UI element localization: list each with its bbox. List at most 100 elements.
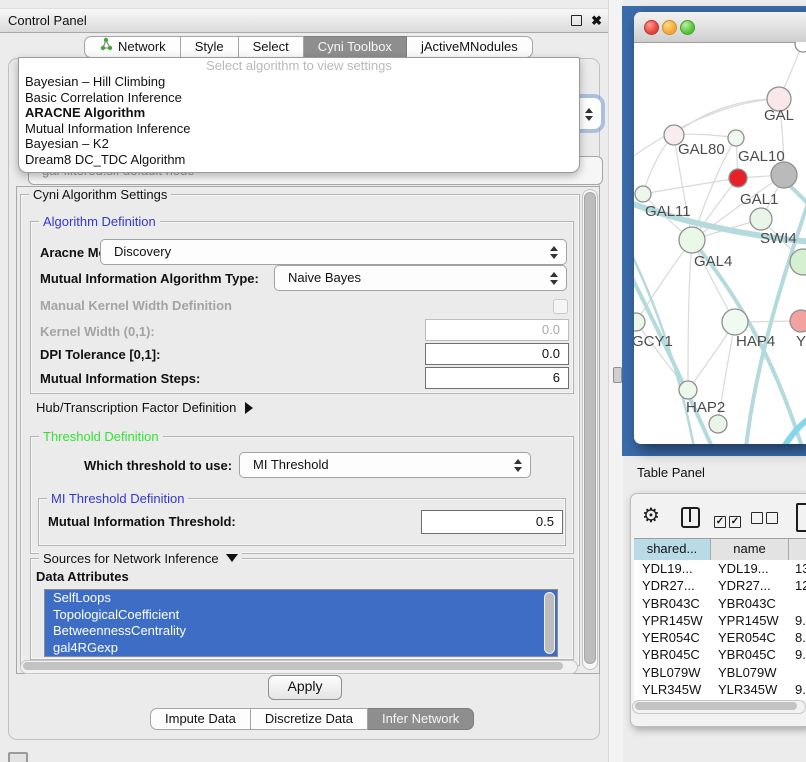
data-attribute-item[interactable]: TopologicalCoefficient	[45, 607, 557, 624]
column-header-name[interactable]: name	[711, 539, 789, 560]
table-cell: YPR145W	[710, 612, 787, 629]
dpi-tolerance-field[interactable]: 0.0	[425, 343, 569, 365]
control-panel-titlebar: Control Panel ✖	[0, 8, 608, 33]
tab-jactivemnodules[interactable]: jActiveMNodules	[407, 36, 533, 58]
network-tab-icon	[99, 37, 113, 57]
table-horizontal-scrollbar[interactable]	[632, 700, 806, 714]
combo-arrows-icon	[514, 459, 522, 472]
mi-threshold-label: Mutual Information Threshold:	[48, 514, 236, 529]
network-view-container: GALGAL80GAL10GAL1GAL11SWI4GAL4GCY1HAP4YH…	[622, 6, 806, 456]
network-node-label: Y	[796, 333, 806, 350]
table-body: YDL19...YDL19...13YDR27...YDR27...12YBR0…	[634, 560, 806, 700]
splitter-grip-icon[interactable]	[613, 367, 622, 383]
control-panel-title: Control Panel	[8, 9, 87, 32]
tab-impute-data[interactable]: Impute Data	[150, 708, 251, 730]
network-node[interactable]	[728, 130, 744, 146]
network-node[interactable]	[635, 186, 651, 202]
algorithm-option[interactable]: Bayesian – K2	[19, 136, 579, 152]
network-node[interactable]	[679, 227, 705, 253]
settings-vertical-scrollbar[interactable]	[582, 189, 598, 670]
network-node[interactable]	[634, 313, 645, 331]
columns-icon[interactable]	[681, 507, 700, 528]
mi-steps-field[interactable]: 6	[425, 367, 569, 389]
float-panel-icon[interactable]	[571, 15, 582, 26]
dock-corner-icon[interactable]	[8, 752, 28, 762]
network-nodes-layer[interactable]: GALGAL80GAL10GAL1GAL11SWI4GAL4GCY1HAP4YH…	[634, 42, 806, 433]
list-scrollbar[interactable]	[544, 592, 555, 654]
network-node[interactable]	[771, 162, 797, 188]
table-row[interactable]: YBR043CYBR043C	[634, 595, 806, 612]
mi-type-combobox[interactable]: Naive Bayes	[274, 265, 567, 291]
kernel-width-label: Kernel Width (0,1):	[40, 324, 155, 339]
network-node[interactable]	[795, 42, 806, 52]
unselect-all-checkboxes-icon[interactable]	[751, 512, 781, 527]
table-cell: YBL079W	[634, 664, 710, 681]
table-function-icon[interactable]	[796, 503, 806, 532]
settings-horizontal-scrollbar[interactable]	[20, 660, 578, 674]
network-node[interactable]	[722, 309, 748, 335]
minimize-window-icon[interactable]	[662, 20, 677, 35]
collapsed-arrow-icon[interactable]	[245, 402, 253, 414]
combo-arrows-icon	[550, 246, 558, 259]
network-node-label: SWI4	[760, 230, 797, 247]
select-all-checkboxes-icon[interactable]: ✓✓	[714, 512, 744, 528]
table-row[interactable]: YPR145WYPR145W9.	[634, 612, 806, 629]
algorithm-option[interactable]: Bayesian – Hill Climbing	[19, 74, 579, 90]
table-cell: YDL19...	[710, 560, 787, 577]
tab-discretize-data[interactable]: Discretize Data	[251, 708, 368, 730]
data-attribute-item[interactable]: gal4RGexp	[45, 640, 557, 657]
network-node[interactable]	[790, 310, 806, 332]
table-cell	[787, 664, 806, 681]
tab-select[interactable]: Select	[239, 36, 304, 58]
table-row[interactable]: YER054CYER054C8.	[634, 629, 806, 646]
table-row[interactable]: YDL19...YDL19...13	[634, 560, 806, 577]
network-node-label: GAL80	[678, 141, 725, 158]
table-cell: YDL19...	[634, 560, 710, 577]
algorithm-option[interactable]: Mutual Information Inference	[19, 121, 579, 137]
tab-cyni-toolbox[interactable]: Cyni Toolbox	[304, 36, 407, 58]
tab-network[interactable]: Network	[84, 36, 181, 58]
expanded-arrow-icon[interactable]	[226, 554, 238, 562]
zoom-window-icon[interactable]	[680, 20, 695, 35]
network-node[interactable]	[709, 415, 727, 433]
sources-group-title[interactable]: Sources for Network Inference	[39, 551, 242, 566]
apply-button[interactable]: Apply	[268, 675, 342, 700]
horizontal-scrollbar-thumb[interactable]	[23, 662, 563, 670]
which-threshold-combobox[interactable]: MI Threshold	[239, 452, 531, 478]
network-node[interactable]	[679, 381, 697, 399]
data-attributes-list[interactable]: SelfLoopsTopologicalCoefficientBetweenne…	[44, 589, 558, 657]
list-scrollbar-thumb[interactable]	[545, 593, 554, 653]
table-row[interactable]: YBR045CYBR045C9.	[634, 646, 806, 663]
network-canvas[interactable]: GALGAL80GAL10GAL1GAL11SWI4GAL4GCY1HAP4YH…	[634, 42, 806, 444]
gear-icon[interactable]: ⚙	[642, 503, 660, 528]
aracne-mode-combobox[interactable]: Discovery	[100, 239, 567, 265]
network-window[interactable]: GALGAL80GAL10GAL1GAL11SWI4GAL4GCY1HAP4YH…	[634, 12, 806, 444]
network-node[interactable]	[750, 208, 772, 230]
close-panel-icon[interactable]: ✖	[591, 9, 602, 32]
data-attribute-item[interactable]: BetweennessCentrality	[45, 623, 557, 640]
table-row[interactable]: YDR27...YDR27...12	[634, 577, 806, 594]
mi-threshold-field[interactable]: 0.5	[421, 510, 563, 534]
close-window-icon[interactable]	[644, 20, 659, 35]
table-scrollbar-thumb[interactable]	[635, 702, 797, 710]
algorithm-option[interactable]: Basic Correlation Inference	[19, 90, 579, 106]
table-cell	[787, 595, 806, 612]
table-row[interactable]: YLR345WYLR345W9.	[634, 681, 806, 698]
column-header-clipped[interactable]	[789, 539, 806, 560]
algorithm-option[interactable]: ARACNE Algorithm	[19, 105, 579, 121]
algorithm-definition-title: Algorithm Definition	[39, 214, 160, 229]
tab-style[interactable]: Style	[181, 36, 239, 58]
algorithm-option[interactable]: Dream8 DC_TDC Algorithm	[19, 152, 579, 168]
table-row[interactable]: YBL079WYBL079W	[634, 664, 806, 681]
column-header-shared-name[interactable]: shared...	[634, 539, 711, 560]
data-attribute-item[interactable]: SelfLoops	[45, 590, 557, 607]
network-window-titlebar[interactable]	[634, 12, 806, 43]
tab-infer-network[interactable]: Infer Network	[368, 708, 474, 730]
network-node[interactable]	[729, 169, 747, 187]
hub-definition-section[interactable]: Hub/Transcription Factor Definition	[36, 400, 253, 415]
combo-arrows-icon	[550, 272, 558, 285]
table-cell: YLR345W	[634, 681, 710, 698]
vertical-scrollbar-thumb[interactable]	[584, 192, 596, 664]
table-cell: YBR045C	[710, 646, 787, 663]
dpi-tolerance-label: DPI Tolerance [0,1]:	[40, 347, 160, 362]
